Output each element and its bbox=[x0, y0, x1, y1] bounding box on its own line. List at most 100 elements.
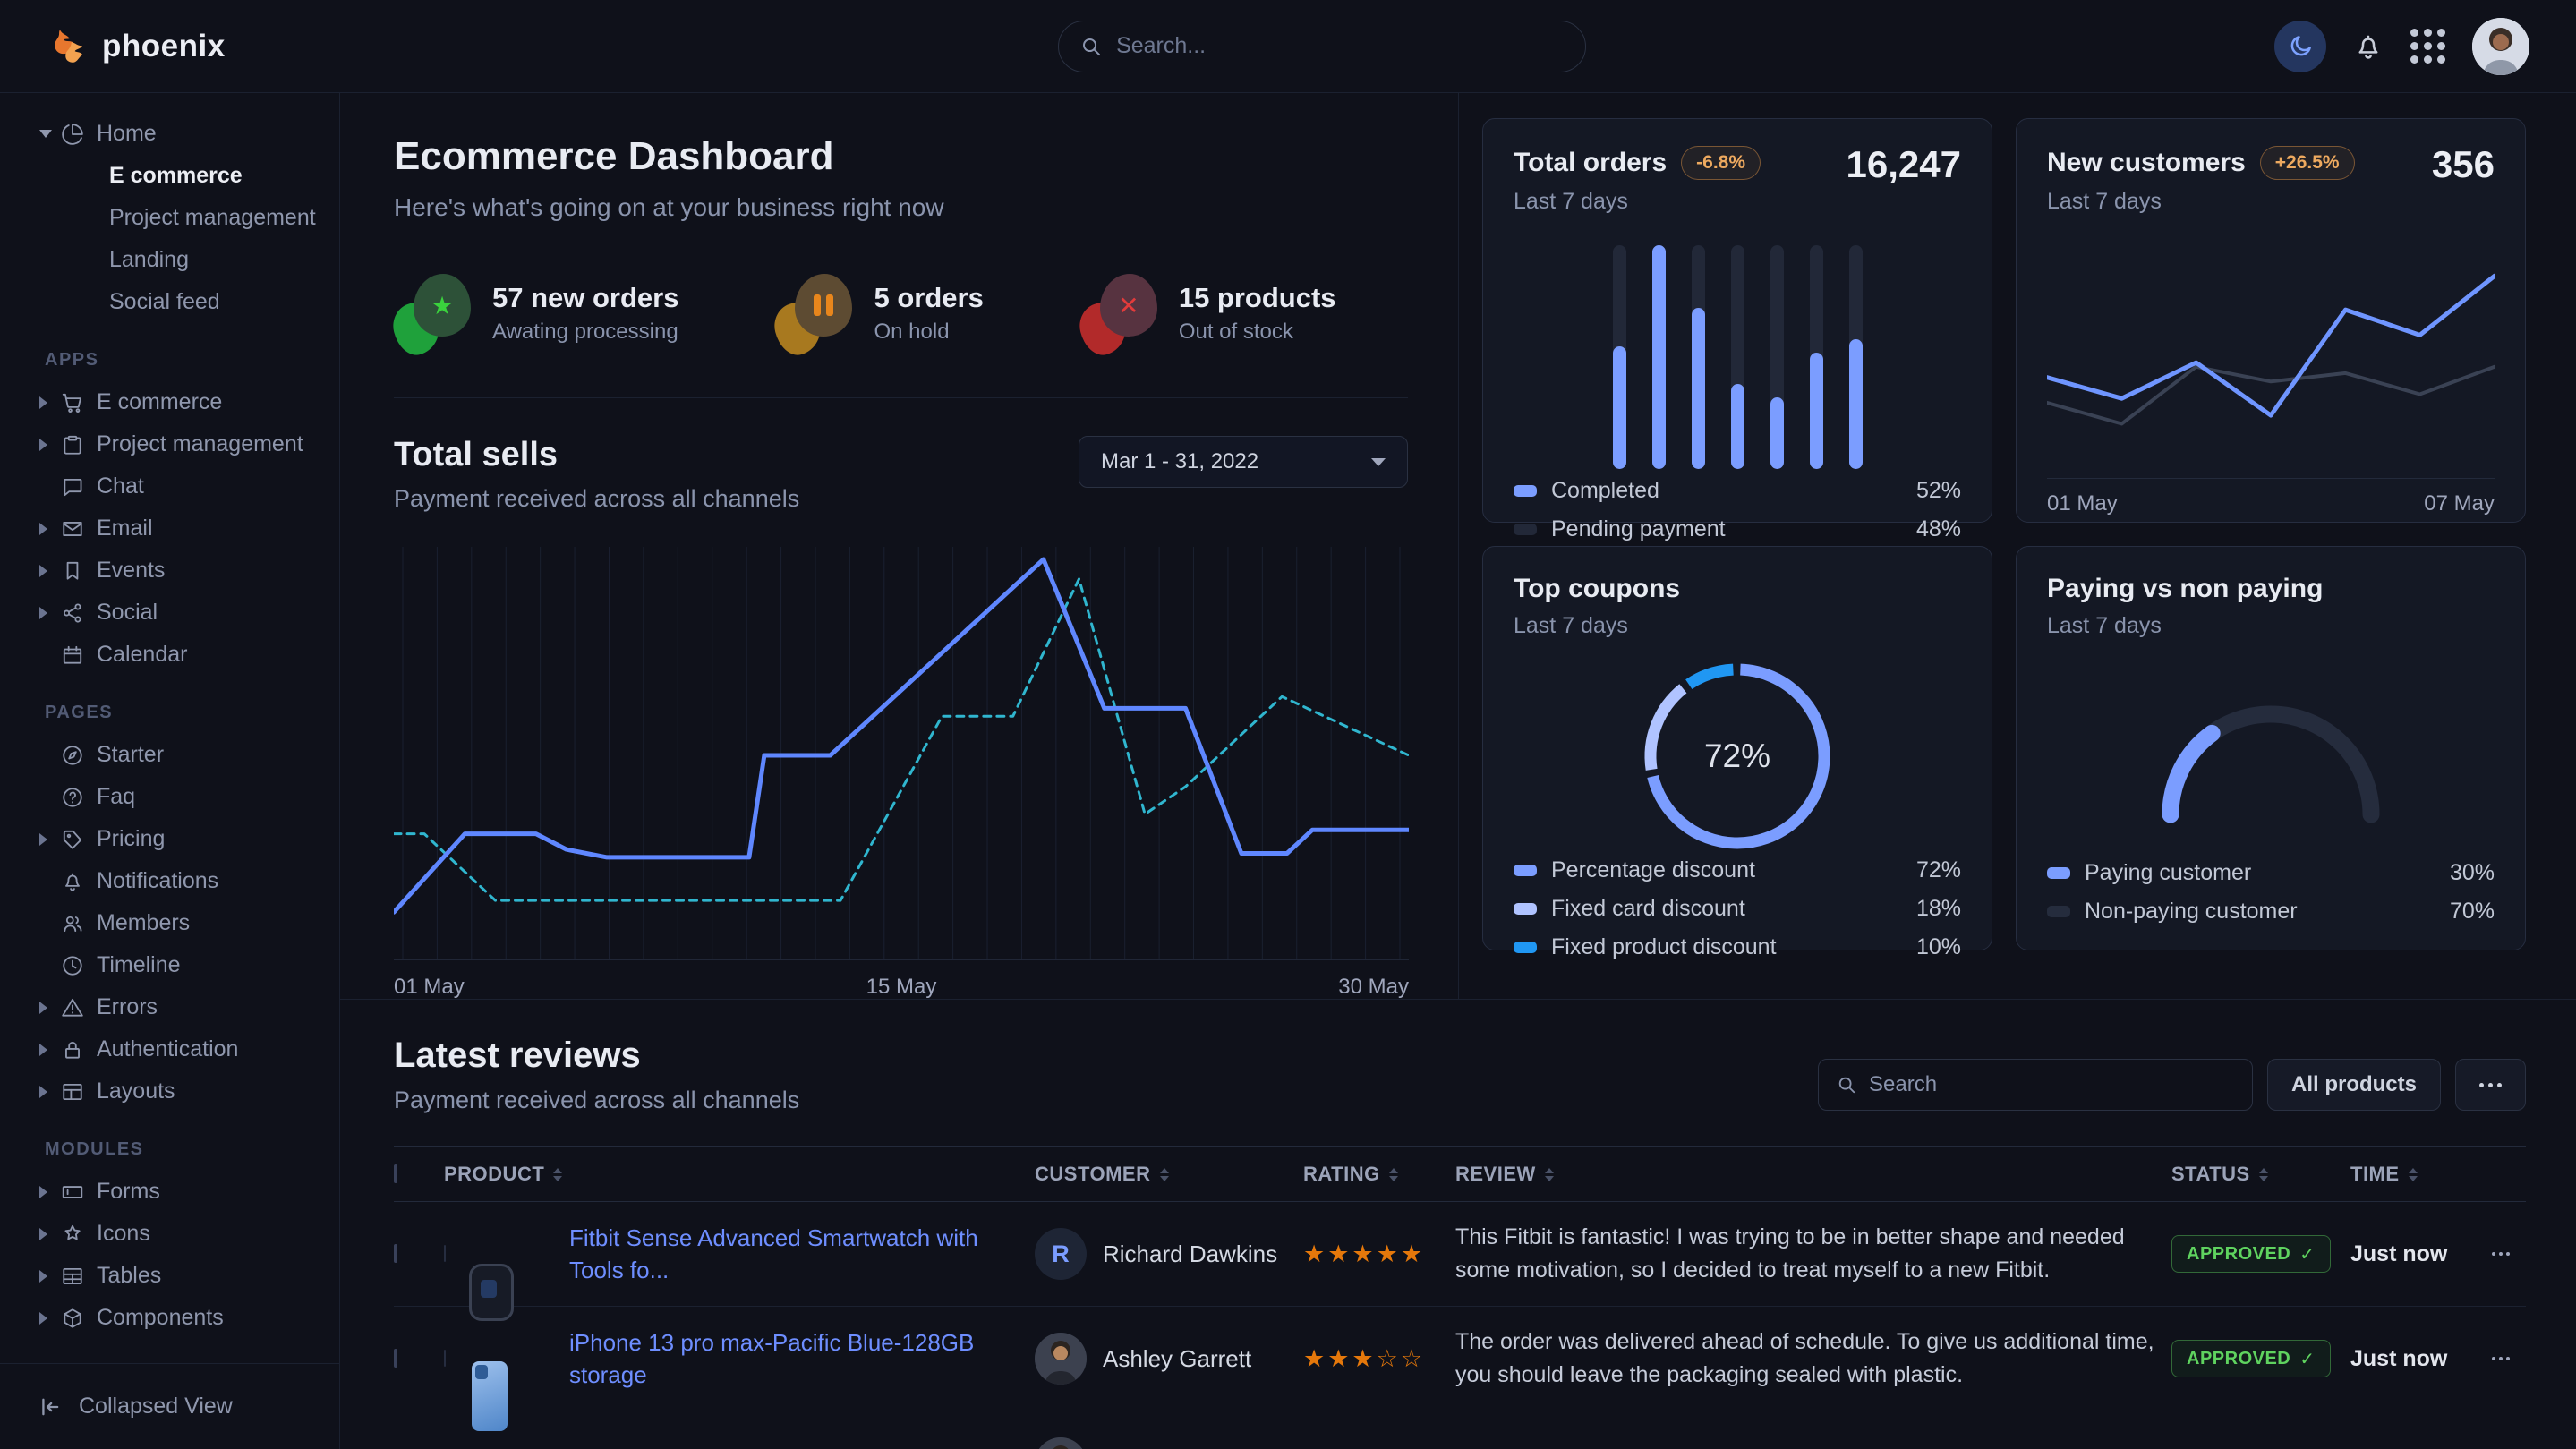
sidebar-item-label: Notifications bbox=[97, 868, 218, 894]
row-checkbox[interactable] bbox=[394, 1349, 397, 1368]
search-icon bbox=[1837, 1074, 1856, 1095]
sidebar: HomeE commerceProject managementLandingS… bbox=[0, 93, 340, 1449]
sidebar-item-components[interactable]: Components bbox=[0, 1297, 339, 1339]
sidebar-item-icons[interactable]: Icons bbox=[0, 1213, 339, 1255]
reviews-toolbar: All products bbox=[1818, 1059, 2526, 1111]
sort-icon[interactable] bbox=[2409, 1168, 2418, 1181]
chat-icon bbox=[61, 475, 84, 499]
total-sells-title: Total sells bbox=[394, 436, 799, 474]
reviews-title: Latest reviews bbox=[394, 1036, 799, 1076]
product-link[interactable]: Fitbit Sense Advanced Smartwatch with To… bbox=[569, 1224, 978, 1283]
column-header-review[interactable]: REVIEW bbox=[1455, 1163, 2171, 1186]
sidebar-item-calendar[interactable]: Calendar bbox=[0, 634, 339, 676]
sidebar-item-label: Calendar bbox=[97, 642, 187, 668]
column-header-time[interactable]: TIME bbox=[2350, 1163, 2476, 1186]
sidebar-item-timeline[interactable]: Timeline bbox=[0, 944, 339, 986]
sidebar-item-layouts[interactable]: Layouts bbox=[0, 1070, 339, 1112]
x-axis-labels: 01 May15 May30 May bbox=[394, 975, 1409, 1000]
moon-icon bbox=[2287, 33, 2314, 60]
order-bar bbox=[1652, 245, 1666, 469]
app-root: phoenix bbox=[0, 0, 2576, 1449]
sort-icon[interactable] bbox=[553, 1168, 562, 1181]
column-header-status[interactable]: STATUS bbox=[2171, 1163, 2350, 1186]
search-input[interactable] bbox=[1116, 33, 1564, 59]
sort-icon[interactable] bbox=[2259, 1168, 2268, 1181]
reviews-search-input[interactable] bbox=[1869, 1072, 2234, 1097]
reviews-search[interactable] bbox=[1818, 1059, 2253, 1111]
sort-icon[interactable] bbox=[1389, 1168, 1398, 1181]
collapse-left-icon bbox=[38, 1394, 63, 1419]
legend-row: Fixed card discount 18% bbox=[1514, 896, 1961, 922]
sidebar-subitem-landing[interactable]: Landing bbox=[0, 239, 339, 281]
sidebar-item-starter[interactable]: Starter bbox=[0, 734, 339, 776]
column-header-product[interactable]: PRODUCT bbox=[444, 1163, 1035, 1186]
column-header-customer[interactable]: CUSTOMER bbox=[1035, 1163, 1303, 1186]
order-bar bbox=[1770, 245, 1784, 469]
global-search[interactable] bbox=[1058, 21, 1586, 72]
row-menu-icon[interactable] bbox=[2476, 1357, 2526, 1360]
sidebar-item-social[interactable]: Social bbox=[0, 592, 339, 634]
sidebar-item-faq[interactable]: Faq bbox=[0, 776, 339, 818]
review-table-row[interactable]: iPhone 13 pro max-Pacific Blue-128GB sto… bbox=[394, 1307, 2526, 1411]
date-range-select[interactable]: Mar 1 - 31, 2022 bbox=[1079, 436, 1408, 488]
share-icon bbox=[61, 601, 84, 625]
sidebar-item-pricing[interactable]: Pricing bbox=[0, 818, 339, 860]
sidebar-subitem-e-commerce[interactable]: E commerce bbox=[0, 155, 339, 197]
clipboard-icon bbox=[61, 433, 84, 456]
sidebar-item-project-management[interactable]: Project management bbox=[0, 423, 339, 465]
brand-name: phoenix bbox=[102, 29, 226, 64]
sidebar-subitem-project-management[interactable]: Project management bbox=[0, 197, 339, 239]
sidebar-item-email[interactable]: Email bbox=[0, 507, 339, 550]
row-menu-icon[interactable] bbox=[2476, 1252, 2526, 1256]
card-value: 16,247 bbox=[1847, 146, 1961, 183]
product-image[interactable] bbox=[444, 1350, 446, 1367]
orders-legend: Completed 52% Pending payment 48% bbox=[1514, 478, 1961, 542]
product-link[interactable]: iPhone 13 pro max-Pacific Blue-128GB sto… bbox=[569, 1329, 974, 1388]
form-icon bbox=[61, 1181, 84, 1204]
sort-icon[interactable] bbox=[1545, 1168, 1554, 1181]
all-products-button[interactable]: All products bbox=[2267, 1059, 2441, 1111]
sidebar-subitem-social-feed[interactable]: Social feed bbox=[0, 281, 339, 323]
legend-row: Paying customer 30% bbox=[2047, 860, 2495, 886]
collapse-view-button[interactable]: Collapsed View bbox=[0, 1363, 339, 1449]
sidebar-section-label: MODULES bbox=[0, 1112, 339, 1171]
more-options-button[interactable] bbox=[2455, 1059, 2526, 1111]
sidebar-item-authentication[interactable]: Authentication bbox=[0, 1028, 339, 1070]
sidebar-item-notifications[interactable]: Notifications bbox=[0, 860, 339, 902]
rating-stars: ★★★☆☆ bbox=[1303, 1345, 1425, 1372]
sidebar-item-tables[interactable]: Tables bbox=[0, 1255, 339, 1297]
sidebar-item-members[interactable]: Members bbox=[0, 902, 339, 944]
sidebar-item-e-commerce[interactable]: E commerce bbox=[0, 381, 339, 423]
sidebar-item-events[interactable]: Events bbox=[0, 550, 339, 592]
column-header-rating[interactable]: RATING bbox=[1303, 1163, 1455, 1186]
product-image[interactable] bbox=[444, 1245, 446, 1262]
table-header-row: PRODUCT CUSTOMER RATING REVIEW STATUS TI… bbox=[394, 1146, 2526, 1202]
legend-swatch bbox=[1514, 524, 1537, 535]
apps-grid-button[interactable] bbox=[2410, 29, 2445, 64]
theme-toggle-button[interactable] bbox=[2274, 21, 2326, 72]
paying-gauge-chart bbox=[2047, 682, 2495, 825]
sidebar-item-forms[interactable]: Forms bbox=[0, 1171, 339, 1213]
legend-label: Percentage discount bbox=[1551, 857, 1755, 883]
legend-label: Non-paying customer bbox=[2085, 899, 2298, 925]
phoenix-flame-icon bbox=[47, 26, 88, 67]
review-table-row[interactable] bbox=[394, 1411, 2526, 1449]
profile-avatar[interactable] bbox=[2472, 18, 2529, 75]
customers-line-chart: 01 May 07 May bbox=[2047, 242, 2495, 516]
card-value: 356 bbox=[2432, 146, 2495, 183]
sidebar-item-chat[interactable]: Chat bbox=[0, 465, 339, 507]
brand-logo[interactable]: phoenix bbox=[47, 26, 226, 67]
sidebar-item-label: Layouts bbox=[97, 1078, 175, 1104]
stat-sub: Awating processing bbox=[492, 320, 678, 345]
stat-value: 15 products bbox=[1179, 282, 1336, 314]
warning-icon bbox=[61, 996, 84, 1019]
sort-icon[interactable] bbox=[1160, 1168, 1169, 1181]
sidebar-item-errors[interactable]: Errors bbox=[0, 986, 339, 1028]
review-table-row[interactable]: Fitbit Sense Advanced Smartwatch with To… bbox=[394, 1202, 2526, 1307]
sidebar-item-label: Events bbox=[97, 558, 165, 584]
sidebar-item-home[interactable]: Home bbox=[0, 113, 339, 155]
notifications-button[interactable] bbox=[2353, 31, 2384, 62]
row-checkbox[interactable] bbox=[394, 1244, 397, 1263]
sidebar-item-label: Pricing bbox=[97, 826, 165, 852]
select-all-checkbox[interactable] bbox=[394, 1164, 397, 1183]
